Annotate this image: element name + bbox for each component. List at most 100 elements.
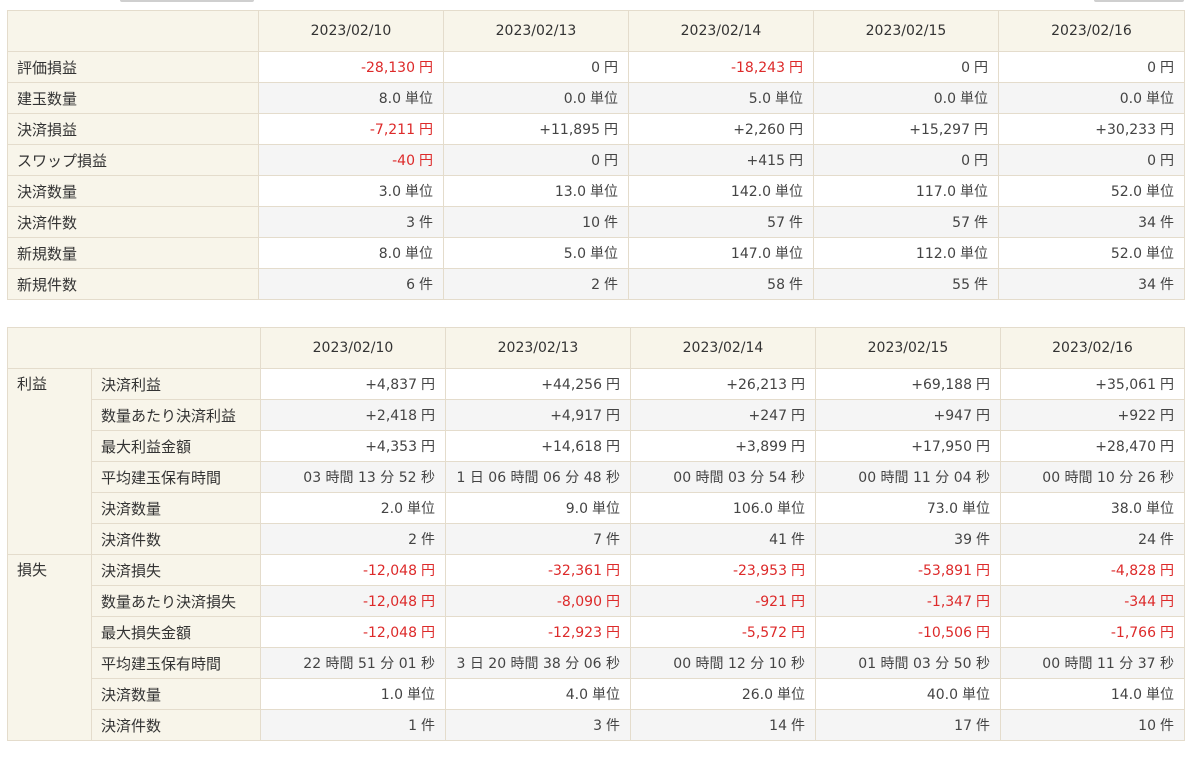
value-cell: +947 円: [815, 399, 1001, 431]
profit-loss-detail-table: 2023/02/10 2023/02/13 2023/02/14 2023/02…: [7, 327, 1185, 741]
value-cell: 17 件: [815, 709, 1001, 741]
value-number: 26.0: [741, 687, 773, 703]
value-cell: 00 時間 11 分 04 秒: [815, 461, 1001, 493]
value-number: +415: [746, 153, 785, 169]
value-number: -8,090: [556, 594, 602, 610]
top-tab-strip: [0, 0, 1189, 8]
value-number: -7,211: [369, 122, 415, 138]
value-number: 13.0: [554, 184, 586, 200]
value-unit: 件: [974, 277, 988, 293]
value-cell: 03 時間 13 分 52 秒: [260, 461, 446, 493]
value-cell: +17,950 円: [815, 430, 1001, 462]
table-row: 決済件数 2 件 7 件 41 件 39 件 24 件: [8, 523, 1185, 555]
value-number: -40: [392, 153, 415, 169]
value-cell: 00 時間 11 分 37 秒: [1000, 647, 1185, 679]
value-unit: 円: [604, 60, 618, 76]
value-cell: +26,213 円: [630, 368, 816, 400]
value-number: +44,256: [541, 377, 602, 393]
value-cell: 0.0 単位: [443, 82, 629, 114]
value-cell: -23,953 円: [630, 554, 816, 586]
table-row: 数量あたり決済利益 +2,418 円 +4,917 円 +247 円 +947 円 +922 円: [8, 399, 1185, 431]
value-cell: 1.0 単位: [260, 678, 446, 710]
row-label: 平均建玉保有時間: [91, 461, 261, 493]
value-unit: 円: [974, 153, 988, 169]
value-number: 57: [767, 215, 785, 231]
value-cell: -7,211 円: [258, 113, 444, 145]
value-cell: 0円: [998, 51, 1185, 83]
value-unit: 円: [606, 625, 620, 641]
value-number: 1: [408, 718, 417, 734]
value-unit: 件: [604, 215, 618, 231]
row-label: 新規数量: [7, 237, 259, 269]
date-header: 2023/02/15: [813, 10, 999, 52]
value-number: +26,213: [726, 377, 787, 393]
value-cell: +15,297 円: [813, 113, 999, 145]
date-header: 2023/02/13: [445, 327, 631, 369]
value-number: -32,361: [547, 563, 602, 579]
value-cell: 3件: [258, 206, 444, 238]
table-row: 新規数量 8.0 単位 5.0 単位 147.0 単位 112.0 単位 52.0 単位: [7, 237, 1185, 269]
value-number: +4,353: [365, 439, 417, 455]
value-number: +922: [1117, 408, 1156, 424]
value-cell: 5.0 単位: [628, 82, 814, 114]
value-unit: 単位: [960, 184, 988, 200]
row-label: 決済件数: [91, 523, 261, 555]
value-cell: 5.0 単位: [443, 237, 629, 269]
value-cell: +4,353 円: [260, 430, 446, 462]
value-unit: 件: [1160, 215, 1174, 231]
value-unit: 円: [604, 122, 618, 138]
table-row: 数量あたり決済損失 -12,048 円 -8,090 円 -921 円 -1,347 円 -344…: [8, 585, 1185, 617]
value-unit: 円: [419, 153, 433, 169]
value-cell: -10,506 円: [815, 616, 1001, 648]
row-label: 決済件数: [91, 709, 261, 741]
value-cell: 117.0 単位: [813, 175, 999, 207]
value-unit: 単位: [777, 687, 805, 703]
value-unit: 件: [421, 718, 435, 734]
top-tab-left[interactable]: [120, 0, 254, 2]
value-cell: -4,828 円: [1000, 554, 1185, 586]
row-label: 決済数量: [7, 175, 259, 207]
value-unit: 円: [1160, 153, 1174, 169]
value-unit: 円: [606, 563, 620, 579]
value-cell: +28,470 円: [1000, 430, 1185, 462]
value-number: 01 時間 03 分 50 秒: [858, 656, 990, 672]
value-unit: 円: [1160, 625, 1174, 641]
value-unit: 円: [791, 563, 805, 579]
value-number: +2,418: [365, 408, 417, 424]
value-number: 52.0: [1110, 184, 1142, 200]
value-cell: +4,917 円: [445, 399, 631, 431]
table-row: 建玉数量 8.0 単位 0.0 単位 5.0 単位 0.0 単位 0.0 単位: [7, 82, 1185, 114]
value-unit: 単位: [962, 501, 990, 517]
value-cell: 40.0 単位: [815, 678, 1001, 710]
value-cell: 00 時間 10 分 26 秒: [1000, 461, 1185, 493]
value-unit: 件: [606, 718, 620, 734]
value-unit: 単位: [592, 687, 620, 703]
value-unit: 円: [789, 60, 803, 76]
value-unit: 単位: [775, 246, 803, 262]
value-unit: 単位: [775, 184, 803, 200]
value-number: 3 日 20 時間 38 分 06 秒: [456, 656, 620, 672]
top-tab-right[interactable]: [1094, 0, 1184, 2]
value-cell: 4.0 単位: [445, 678, 631, 710]
value-unit: 円: [421, 439, 435, 455]
value-unit: 単位: [405, 246, 433, 262]
value-number: 8.0: [378, 246, 401, 262]
value-cell: +415 円: [628, 144, 814, 176]
value-number: 112.0: [915, 246, 956, 262]
value-number: -4,828: [1110, 563, 1156, 579]
row-label: 決済利益: [91, 368, 261, 400]
value-unit: 円: [1160, 594, 1174, 610]
value-unit: 円: [789, 122, 803, 138]
value-cell: 00 時間 12 分 10 秒: [630, 647, 816, 679]
table-row: 決済損益 -7,211 円 +11,895 円 +2,260 円 +15,297 円 +30,23…: [7, 113, 1185, 145]
value-number: 00 時間 03 分 54 秒: [673, 470, 805, 486]
value-cell: -40 円: [258, 144, 444, 176]
value-number: +2,260: [733, 122, 785, 138]
table-row: 決済件数 1 件 3 件 14 件 17 件 10 件: [8, 709, 1185, 741]
value-cell: -18,243 円: [628, 51, 814, 83]
value-unit: 円: [421, 594, 435, 610]
row-label: 最大損失金額: [91, 616, 261, 648]
value-number: 52.0: [1110, 246, 1142, 262]
row-label: 決済件数: [7, 206, 259, 238]
value-number: 39: [954, 532, 972, 548]
